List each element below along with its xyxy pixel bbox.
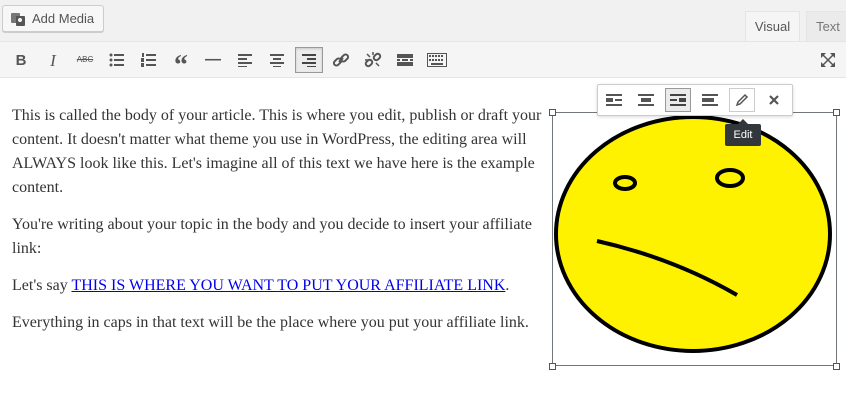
- selected-image-frame[interactable]: [552, 112, 837, 366]
- numbered-list-button[interactable]: [135, 47, 163, 73]
- format-toolbar: B I ABC “ —: [0, 41, 846, 80]
- unlink-icon: [364, 52, 382, 68]
- keyboard-icon: [427, 53, 447, 67]
- paragraph-link: Let's say THIS IS WHERE YOU WANT TO PUT …: [12, 274, 542, 298]
- link-icon: [332, 53, 350, 67]
- resize-handle-ne[interactable]: [833, 109, 840, 116]
- italic-icon: I: [50, 50, 56, 70]
- read-more-icon: [397, 54, 413, 66]
- align-right-button[interactable]: [295, 47, 323, 73]
- media-icon: [11, 12, 25, 26]
- toolbar-toggle-button[interactable]: [423, 47, 451, 73]
- bulleted-list-icon: [109, 53, 124, 67]
- resize-handle-se[interactable]: [833, 363, 840, 370]
- affiliate-link[interactable]: THIS IS WHERE YOU WANT TO PUT YOUR AFFIL…: [71, 277, 505, 294]
- image-align-left-icon: [606, 94, 622, 106]
- add-media-button[interactable]: Add Media: [2, 5, 104, 32]
- remove-link-button[interactable]: [359, 47, 387, 73]
- resize-handle-sw[interactable]: [549, 363, 556, 370]
- bold-icon: B: [15, 51, 27, 69]
- horizontal-line-button[interactable]: —: [199, 47, 227, 73]
- edit-tooltip: Edit: [725, 119, 761, 146]
- tab-visual[interactable]: Visual: [745, 11, 800, 41]
- fullscreen-icon: [821, 53, 835, 67]
- resize-handle-nw[interactable]: [549, 109, 556, 116]
- editor-topbar: Add Media Visual Text: [0, 0, 846, 41]
- paragraph-topic: You're writing about your topic in the b…: [12, 216, 532, 257]
- blockquote-button[interactable]: “: [167, 47, 195, 80]
- insert-link-button[interactable]: [327, 47, 355, 73]
- align-left-icon: [238, 54, 252, 67]
- bulleted-list-button[interactable]: [103, 47, 131, 73]
- image-align-none-icon: [702, 94, 718, 106]
- align-right-icon: [302, 54, 316, 67]
- smiley-face-image: [554, 115, 832, 353]
- italic-button[interactable]: I: [39, 47, 67, 73]
- image-align-right-icon: [670, 94, 686, 106]
- paragraph-caps: Everything in caps in that text will be …: [12, 314, 529, 331]
- bold-button[interactable]: B: [7, 47, 35, 73]
- image-align-right-button[interactable]: [665, 88, 691, 112]
- read-more-button[interactable]: [391, 47, 419, 73]
- image-align-left-button[interactable]: [601, 88, 627, 112]
- link-suffix: .: [505, 277, 510, 294]
- image-edit-button[interactable]: [729, 88, 755, 112]
- image-align-center-icon: [638, 94, 654, 106]
- image-toolbar: [597, 84, 793, 116]
- image-align-none-button[interactable]: [697, 88, 723, 112]
- strikethrough-button[interactable]: ABC: [71, 47, 99, 73]
- close-icon: [769, 95, 779, 105]
- image-align-center-button[interactable]: [633, 88, 659, 112]
- horizontal-line-icon: —: [205, 51, 221, 68]
- blockquote-icon: “: [174, 50, 188, 81]
- add-media-label: Add Media: [32, 11, 95, 26]
- tab-text[interactable]: Text: [806, 11, 846, 41]
- pencil-icon: [735, 93, 749, 107]
- paragraph-body: This is called the body of your article.…: [12, 107, 542, 196]
- align-center-icon: [270, 54, 284, 67]
- align-left-button[interactable]: [231, 47, 259, 73]
- link-prefix: Let's say: [12, 277, 72, 294]
- align-center-button[interactable]: [263, 47, 291, 73]
- fullscreen-button[interactable]: [814, 47, 842, 73]
- image-remove-button[interactable]: [761, 88, 787, 112]
- strikethrough-icon: ABC: [76, 55, 94, 64]
- editor-content[interactable]: This is called the body of your article.…: [12, 104, 542, 348]
- numbered-list-icon: [141, 53, 156, 67]
